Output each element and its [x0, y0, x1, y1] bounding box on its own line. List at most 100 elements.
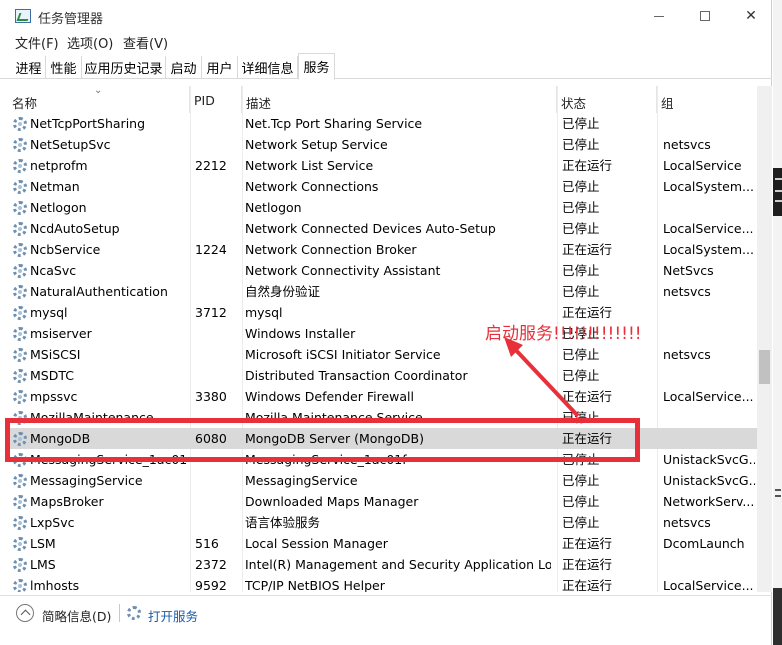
service-gear-icon — [13, 138, 27, 152]
table-row[interactable]: LxpSvc 语言体验服务 已停止 netsvcs — [8, 512, 758, 533]
column-pid-label: PID — [194, 93, 215, 108]
service-status: 正在运行 — [562, 389, 613, 404]
tab-startup[interactable]: 启动 — [166, 56, 202, 79]
table-row[interactable]: lmhosts 9592 TCP/IP NetBIOS Helper 正在运行 Loca… — [8, 575, 758, 592]
service-description: Network Connectivity Assistant — [245, 263, 441, 278]
menu-options[interactable]: 选项(O) — [67, 33, 113, 52]
service-description: Microsoft iSCSI Initiator Service — [245, 347, 441, 362]
service-pid: 2372 — [195, 557, 227, 572]
table-row[interactable]: NetTcpPortSharing Net.Tcp Port Sharing Se… — [8, 113, 758, 134]
table-row[interactable]: mpssvc 3380 Windows Defender Firewall 正在运行 L… — [8, 386, 758, 407]
table-row[interactable]: LSM 516 Local Session Manager 正在运行 DcomLaunc… — [8, 533, 758, 554]
menu-file[interactable]: 文件(F) — [15, 33, 59, 52]
service-description: TCP/IP NetBIOS Helper — [245, 578, 385, 592]
minimize-button[interactable] — [636, 0, 682, 32]
service-status: 正在运行 — [562, 158, 613, 173]
service-description: Network Connected Devices Auto-Setup — [245, 221, 496, 236]
service-status: 正在运行 — [562, 242, 613, 257]
table-row[interactable]: MSiSCSI Microsoft iSCSI Initiator Service… — [8, 344, 758, 365]
column-header-group[interactable]: 组 — [657, 86, 758, 113]
maximize-icon — [700, 11, 710, 21]
column-group-label: 组 — [661, 96, 674, 111]
service-status: 正在运行 — [562, 557, 613, 572]
service-group — [663, 428, 755, 449]
close-icon: ✕ — [745, 8, 757, 24]
service-gear-icon — [13, 306, 27, 320]
table-row[interactable]: msiserver Windows Installer 已停止 — [8, 323, 758, 344]
service-description: 自然身份验证 — [245, 284, 321, 299]
table-row[interactable]: MapsBroker Downloaded Maps Manager 已停止 Netw… — [8, 491, 758, 512]
table-row[interactable]: netprofm 2212 Network List Service 正在运行 Loca… — [8, 155, 758, 176]
table-row[interactable]: NcaSvc Network Connectivity Assistant 已停止 N… — [8, 260, 758, 281]
tab-processes[interactable]: 进程 — [12, 56, 46, 79]
service-gear-icon — [13, 222, 27, 236]
table-row[interactable]: MessagingService MessagingService 已停止 Unist… — [8, 470, 758, 491]
tab-services[interactable]: 服务 — [298, 53, 335, 80]
footer-divider — [119, 604, 120, 622]
service-group: netsvcs — [663, 347, 711, 362]
table-row[interactable]: NcdAutoSetup Network Connected Devices Au… — [8, 218, 758, 239]
column-header-pid[interactable]: PID — [190, 86, 242, 113]
annotation-highlight-box — [5, 418, 640, 462]
service-pid: 9592 — [195, 578, 227, 592]
service-description: Network Setup Service — [245, 137, 388, 152]
task-manager-window: 任务管理器 ✕ 文件(F) 选项(O) 查看(V) 进程 性能 应用历史记录 启… — [0, 0, 772, 645]
service-description: Local Session Manager — [245, 536, 388, 551]
table-row[interactable]: Netlogon Netlogon 已停止 — [8, 197, 758, 218]
service-status: 已停止 — [562, 116, 600, 131]
column-header-name[interactable]: 名称 ⌄ — [8, 86, 190, 113]
menu-bar: 文件(F) 选项(O) 查看(V) — [0, 32, 772, 52]
service-status: 已停止 — [562, 368, 600, 383]
service-pid: 3712 — [195, 305, 227, 320]
service-status: 正在运行 — [562, 578, 613, 592]
table-row[interactable]: MSDTC Distributed Transaction Coordinator… — [8, 365, 758, 386]
service-name: NcdAutoSetup — [30, 221, 120, 236]
service-status: 已停止 — [562, 473, 600, 488]
maximize-button[interactable] — [682, 0, 728, 32]
table-row[interactable]: NaturalAuthentication 自然身份验证 已停止 netsvcs — [8, 281, 758, 302]
table-row[interactable]: NcbService 1224 Network Connection Broker 正… — [8, 239, 758, 260]
service-status: 已停止 — [562, 284, 600, 299]
service-group: NetSvcs — [663, 263, 714, 278]
table-row[interactable]: LMS 2372 Intel(R) Management and Security … — [8, 554, 758, 575]
tab-performance[interactable]: 性能 — [46, 56, 82, 79]
service-description: Downloaded Maps Manager — [245, 494, 419, 509]
service-gear-icon — [13, 369, 27, 383]
service-gear-icon — [13, 180, 27, 194]
service-pid — [195, 323, 235, 344]
close-button[interactable]: ✕ — [728, 0, 774, 32]
collapse-chevron-icon[interactable] — [16, 604, 34, 622]
table-row[interactable]: mysql 3712 mysql 正在运行 — [8, 302, 758, 323]
tab-users[interactable]: 用户 — [202, 56, 238, 79]
service-name: msiserver — [30, 326, 92, 341]
service-description: Net.Tcp Port Sharing Service — [245, 116, 423, 131]
open-services-link[interactable]: 打开服务 — [148, 606, 198, 625]
service-group: LocalService... — [663, 389, 754, 404]
column-name-label: 名称 — [12, 96, 38, 111]
service-group — [663, 302, 755, 323]
menu-view[interactable]: 查看(V) — [123, 33, 168, 52]
tab-app-history[interactable]: 应用历史记录 — [82, 56, 166, 79]
service-pid — [195, 281, 235, 302]
column-header-description[interactable]: 描述 — [242, 86, 557, 113]
title-bar: 任务管理器 ✕ — [0, 0, 772, 32]
vertical-scrollbar[interactable] — [757, 86, 772, 592]
service-name: MSiSCSI — [30, 347, 81, 362]
service-status: 已停止 — [562, 137, 600, 152]
table-row[interactable]: Netman Network Connections 已停止 LocalSystem.… — [8, 176, 758, 197]
service-group: NetworkServ... — [663, 494, 755, 509]
service-status: 已停止 — [562, 494, 600, 509]
service-pid: 516 — [195, 536, 219, 551]
scrollbar-thumb[interactable] — [759, 350, 770, 384]
column-status-label: 状态 — [561, 96, 587, 111]
service-status: 已停止 — [562, 347, 600, 362]
column-header-status[interactable]: 状态 — [557, 86, 657, 113]
task-manager-icon — [15, 9, 31, 23]
service-group: UnistackSvcG... — [663, 452, 755, 467]
table-row[interactable]: NetSetupSvc Network Setup Service 已停止 netsv… — [8, 134, 758, 155]
service-description: Intel(R) Management and Security Applica… — [245, 557, 551, 572]
service-description: 语言体验服务 — [245, 515, 321, 530]
service-status: 正在运行 — [562, 536, 613, 551]
tab-details[interactable]: 详细信息 — [238, 56, 298, 79]
fewer-details-link[interactable]: 简略信息(D) — [42, 606, 111, 625]
